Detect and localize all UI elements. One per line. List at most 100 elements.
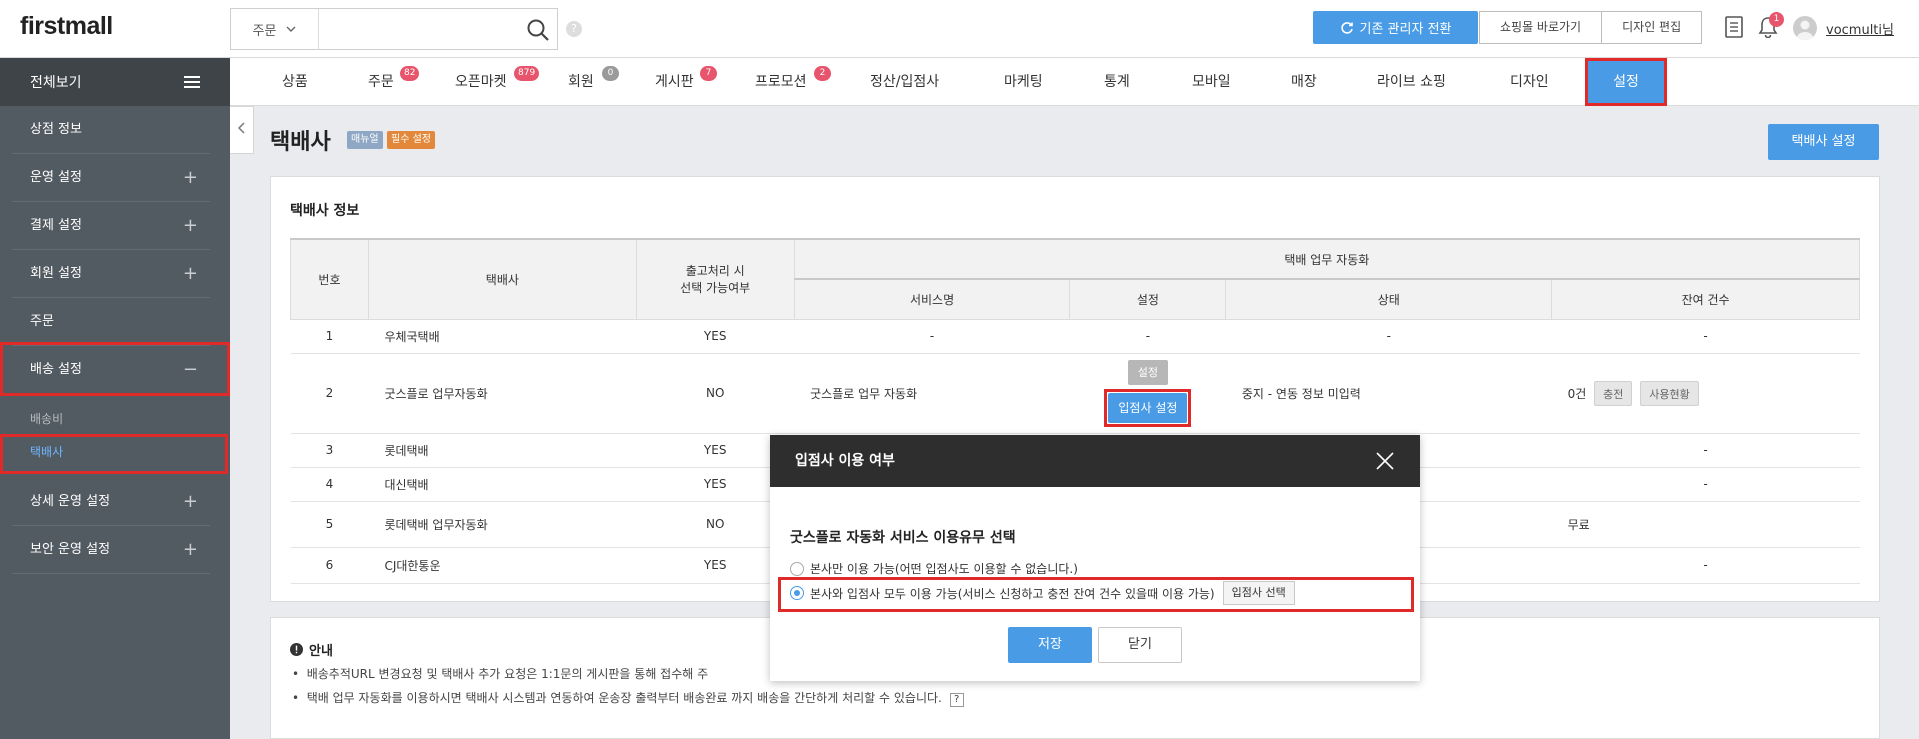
- help-icon[interactable]: ?: [949, 693, 964, 707]
- table-row: 2 굿스플로 업무자동화 NO 굿스플로 업무 자동화 설정 입점사 설정 중지…: [290, 353, 1860, 434]
- close-icon[interactable]: [1374, 450, 1396, 472]
- store-setting-button[interactable]: 입점사 설정: [1108, 392, 1188, 423]
- chevron-left-icon: [237, 122, 245, 134]
- refresh-icon: [1340, 21, 1353, 34]
- search-category-select[interactable]: 주문: [231, 9, 319, 49]
- radio-hq-and-store[interactable]: [790, 586, 804, 600]
- store-usage-modal: 입점사 이용 여부 굿스플로 자동화 서비스 이용유무 선택 본사만 이용 가능…: [770, 435, 1420, 681]
- plus-icon: +: [182, 167, 198, 188]
- document-icon[interactable]: [1725, 16, 1743, 38]
- highlight-box: [0, 434, 228, 474]
- highlight-box: [0, 342, 230, 396]
- user-icon: [1797, 20, 1813, 40]
- close-button[interactable]: 닫기: [1098, 627, 1182, 663]
- nav-item-statistics[interactable]: 통계: [1104, 58, 1130, 106]
- sidebar-item-member[interactable]: 회원 설정 +: [12, 250, 210, 298]
- sidebar-item-label: 운영 설정: [30, 170, 82, 185]
- info-icon: [290, 643, 303, 656]
- page-title: 택배사: [270, 130, 331, 155]
- logo[interactable]: firstmall: [20, 12, 113, 41]
- required-tag: 필수 설정: [387, 131, 435, 149]
- shortcut-button-group: 쇼핑몰 바로가기 디자인 편집: [1479, 11, 1703, 44]
- all-menu-label: 전체보기: [30, 75, 82, 91]
- switch-admin-label: 기존 관리자 전환: [1359, 22, 1452, 37]
- search-category-label: 주문: [252, 23, 277, 39]
- main-nav: 전체보기 상품 주문 82 오픈마켓 879 회원 0 게시판 7 프로모션 2…: [0, 58, 1919, 106]
- option-hq-only[interactable]: 본사만 이용 가능(어떤 입점사도 이용할 수 없습니다.): [790, 560, 1078, 577]
- col-header-setting: 설정: [1069, 278, 1227, 320]
- nav-badge-promotion: 2: [814, 66, 831, 81]
- search-box: 주문: [230, 8, 558, 50]
- switch-admin-button[interactable]: 기존 관리자 전환: [1313, 11, 1478, 44]
- plus-icon: +: [182, 215, 198, 236]
- highlight-box: 입점사 설정: [1104, 388, 1192, 427]
- setting-cell: 설정 입점사 설정: [1069, 353, 1226, 434]
- sidebar-item-label: 주문: [30, 314, 54, 329]
- charge-button[interactable]: 충전: [1594, 380, 1633, 406]
- sidebar-item-detail-operation[interactable]: 상세 운영 설정 +: [12, 478, 210, 526]
- col-header-courier: 택배사: [367, 238, 637, 320]
- design-edit-button[interactable]: 디자인 편집: [1601, 12, 1701, 43]
- nav-item-design[interactable]: 디자인: [1510, 58, 1549, 106]
- select-store-button[interactable]: 입점사 선택: [1222, 581, 1295, 605]
- col-header-service-name: 서비스명: [793, 278, 1071, 320]
- plus-icon: +: [182, 263, 198, 284]
- courier-setting-button[interactable]: 택배사 설정: [1768, 124, 1879, 160]
- option-hq-and-store[interactable]: 본사와 입점사 모두 이용 가능(서비스 신청하고 충전 잔여 건수 있을때 이…: [790, 581, 1295, 605]
- section-title: 택배사 정보: [290, 203, 360, 219]
- nav-badge-member: 0: [602, 66, 619, 81]
- nav-item-settings[interactable]: 설정: [1585, 58, 1667, 106]
- sidebar-item-label: 보안 운영 설정: [30, 542, 111, 557]
- all-menu-button[interactable]: 전체보기: [0, 58, 230, 106]
- remaining-cell: 0건 충전 사용현황: [1551, 353, 1860, 434]
- sidebar-item-payment[interactable]: 결제 설정 +: [12, 202, 210, 250]
- sidebar-item-label: 결제 설정: [30, 218, 82, 233]
- avatar[interactable]: [1793, 16, 1817, 40]
- nav-item-member[interactable]: 회원: [568, 58, 594, 106]
- nav-item-settlement[interactable]: 정산/입점사: [870, 58, 939, 106]
- hamburger-icon: [184, 76, 200, 88]
- top-bar: firstmall 주문 ? 기존 관리자 전환 쇼핑몰 바로가기 디자인 편집…: [0, 0, 1919, 58]
- notice-line: • 택배 업무 자동화를 이용하시면 택배사 시스템과 연동하여 운송장 출력부…: [292, 689, 964, 707]
- plus-icon: +: [182, 539, 198, 560]
- usage-button[interactable]: 사용현황: [1640, 380, 1699, 406]
- col-header-status: 상태: [1225, 278, 1553, 320]
- username-link[interactable]: vocmulti님: [1826, 19, 1894, 38]
- save-button[interactable]: 저장: [1008, 627, 1092, 663]
- modal-title: 입점사 이용 여부: [770, 435, 1420, 487]
- nav-badge-order: 82: [400, 66, 420, 81]
- sidebar-item-shop-info[interactable]: 상점 정보: [12, 106, 210, 154]
- sidebar-item-label: 상세 운영 설정: [30, 494, 111, 509]
- notice-title: 안내: [290, 640, 333, 659]
- sidebar-sub-shipping-fee[interactable]: 배송비: [30, 410, 63, 427]
- nav-badge-board: 7: [700, 66, 717, 81]
- sidebar-item-security[interactable]: 보안 운영 설정 +: [12, 526, 210, 574]
- nav-badge-openmarket: 879: [514, 66, 540, 81]
- chevron-down-icon: [286, 26, 296, 32]
- search-icon[interactable]: [525, 17, 551, 43]
- nav-item-store[interactable]: 매장: [1291, 58, 1317, 106]
- sidebar-item-label: 회원 설정: [30, 266, 82, 281]
- automation-setting-button[interactable]: 설정: [1127, 359, 1169, 385]
- nav-item-promotion[interactable]: 프로모션: [755, 58, 807, 106]
- radio-hq-only[interactable]: [790, 561, 804, 576]
- nav-item-product[interactable]: 상품: [282, 58, 308, 106]
- sidebar-item-order[interactable]: 주문: [12, 298, 210, 346]
- col-header-remaining: 잔여 건수: [1551, 278, 1860, 320]
- search-input[interactable]: [321, 9, 521, 49]
- nav-item-order[interactable]: 주문: [368, 58, 394, 106]
- plus-icon: +: [182, 491, 198, 512]
- shop-shortcut-button[interactable]: 쇼핑몰 바로가기: [1480, 12, 1601, 43]
- sidebar-item-operation[interactable]: 운영 설정 +: [12, 154, 210, 202]
- nav-item-board[interactable]: 게시판: [655, 58, 694, 106]
- help-icon[interactable]: ?: [566, 21, 582, 37]
- notification-badge: 1: [1769, 12, 1784, 27]
- notice-line: • 배송추적URL 변경요청 및 택배사 추가 요청은 1:1문의 게시판을 통…: [292, 667, 709, 681]
- nav-item-mobile[interactable]: 모바일: [1192, 58, 1231, 106]
- sidebar-collapse-button[interactable]: [230, 106, 254, 154]
- table-row: 1 우체국택배 YES - - - -: [290, 319, 1860, 354]
- manual-tag[interactable]: 매뉴얼: [347, 131, 383, 149]
- nav-item-marketing[interactable]: 마케팅: [1004, 58, 1043, 106]
- nav-item-openmarket[interactable]: 오픈마켓: [455, 58, 507, 106]
- nav-item-live-shopping[interactable]: 라이브 쇼핑: [1377, 58, 1446, 106]
